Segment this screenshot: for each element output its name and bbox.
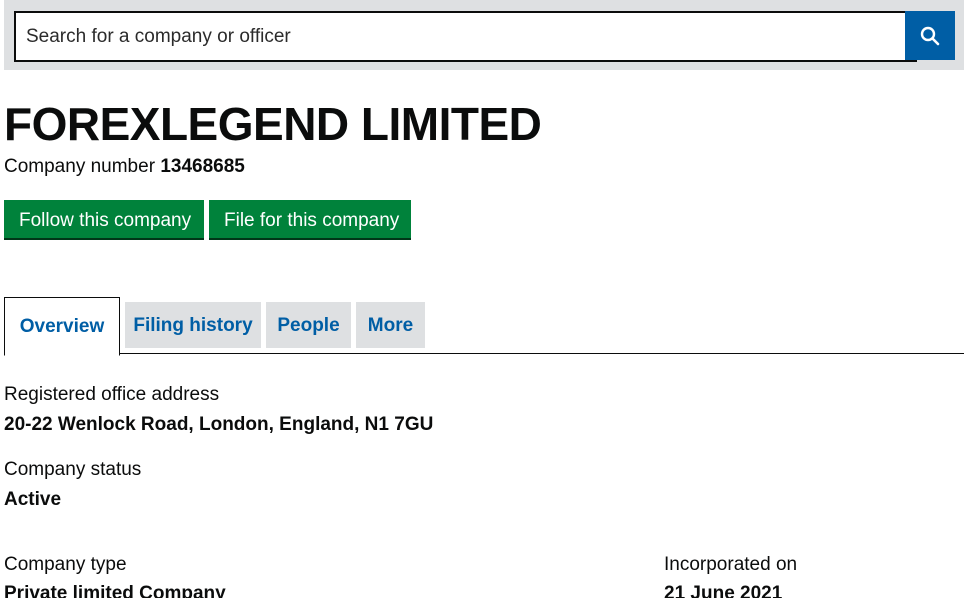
tab-filing-history[interactable]: Filing history <box>125 302 261 348</box>
tab-overview[interactable]: Overview <box>4 297 120 356</box>
incorporated-label: Incorporated on <box>664 554 798 575</box>
company-type-label: Company type <box>4 554 127 575</box>
company-type: Private limited Company <box>4 583 226 598</box>
company-overview-page: FOREXLEGEND LIMITED Company number 13468… <box>0 0 968 598</box>
office-address-label: Registered office address <box>4 384 220 405</box>
tab-people[interactable]: People <box>266 302 351 348</box>
follow-company-button[interactable]: Follow this company <box>4 200 204 238</box>
company-number-label: Company number <box>4 156 156 177</box>
company-name: FOREXLEGEND LIMITED <box>4 98 542 150</box>
search-button[interactable] <box>905 11 955 60</box>
company-number: 13468685 <box>160 156 245 177</box>
search-input[interactable] <box>14 11 917 62</box>
search-bar <box>4 0 964 70</box>
office-address: 20-22 Wenlock Road, London, England, N1 … <box>4 414 434 435</box>
company-status-label: Company status <box>4 459 142 480</box>
tab-more[interactable]: More <box>356 302 425 348</box>
tabs-divider <box>4 353 964 354</box>
incorporated-date: 21 June 2021 <box>664 583 783 598</box>
company-status: Active <box>4 489 62 510</box>
company-number-line: Company number 13468685 <box>4 156 245 178</box>
search-icon <box>920 26 940 45</box>
file-for-company-button[interactable]: File for this company <box>209 200 411 238</box>
